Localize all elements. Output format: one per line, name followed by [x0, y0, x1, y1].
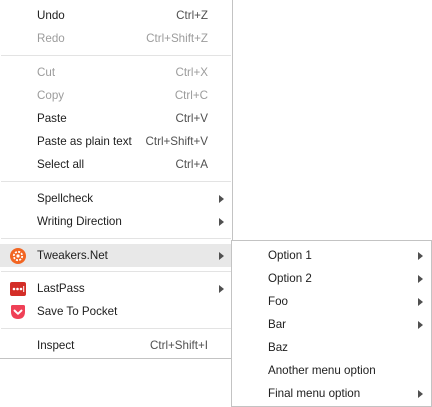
menu-item-select-all[interactable]: Select all Ctrl+A — [0, 153, 232, 176]
menu-item-label: Option 2 — [268, 272, 312, 285]
submenu-item-bar[interactable]: Bar — [232, 313, 431, 336]
menu-item-shortcut: Ctrl+Z — [176, 9, 208, 22]
context-menu: Undo Ctrl+Z Redo Ctrl+Shift+Z Cut Ctrl+X… — [0, 0, 233, 359]
tweakers-submenu: Option 1 Option 2 Foo Bar Baz Another me… — [231, 240, 432, 407]
submenu-item-foo[interactable]: Foo — [232, 290, 431, 313]
chevron-right-icon — [418, 321, 423, 329]
menu-item-shortcut: Ctrl+C — [174, 89, 208, 102]
menu-item-label: Writing Direction — [37, 215, 122, 228]
pocket-icon — [11, 305, 25, 319]
menu-item-label: Paste — [37, 112, 67, 125]
menu-item-label: Paste as plain text — [37, 135, 132, 148]
submenu-item-another-menu-option[interactable]: Another menu option — [232, 359, 431, 382]
menu-item-inspect[interactable]: Inspect Ctrl+Shift+I — [0, 334, 232, 357]
menu-item-tweakers-net[interactable]: Tweakers.Net — [0, 244, 232, 267]
menu-separator — [1, 328, 231, 329]
menu-item-label: Copy — [37, 89, 65, 102]
chevron-right-icon — [219, 195, 224, 203]
menu-item-label: Baz — [268, 341, 288, 354]
menu-separator — [1, 55, 231, 56]
menu-item-copy[interactable]: Copy Ctrl+C — [0, 84, 232, 107]
menu-item-label: Save To Pocket — [37, 305, 118, 318]
menu-item-label: Cut — [37, 66, 56, 79]
menu-item-label: Inspect — [37, 339, 75, 352]
chevron-right-icon — [418, 298, 423, 306]
menu-item-shortcut: Ctrl+Shift+I — [150, 339, 208, 352]
menu-separator — [1, 181, 231, 182]
menu-item-label: Foo — [268, 295, 288, 308]
tweakers-gear-icon — [10, 248, 26, 264]
menu-item-redo[interactable]: Redo Ctrl+Shift+Z — [0, 27, 232, 50]
menu-item-spellcheck[interactable]: Spellcheck — [0, 187, 232, 210]
menu-item-label: Final menu option — [268, 387, 361, 400]
menu-item-save-to-pocket[interactable]: Save To Pocket — [0, 300, 232, 323]
chevron-right-icon — [219, 252, 224, 260]
menu-item-shortcut: Ctrl+Shift+Z — [146, 32, 208, 45]
menu-item-shortcut: Ctrl+A — [175, 158, 208, 171]
menu-item-label: Option 1 — [268, 249, 312, 262]
menu-item-label: LastPass — [37, 282, 85, 295]
submenu-item-baz[interactable]: Baz — [232, 336, 431, 359]
chevron-right-icon — [418, 390, 423, 398]
menu-item-label: Bar — [268, 318, 287, 331]
menu-item-paste-plain-text[interactable]: Paste as plain text Ctrl+Shift+V — [0, 130, 232, 153]
menu-item-shortcut: Ctrl+Shift+V — [145, 135, 208, 148]
menu-separator — [1, 238, 231, 239]
menu-item-label: Tweakers.Net — [37, 249, 108, 262]
menu-item-label: Select all — [37, 158, 85, 171]
menu-item-label: Spellcheck — [37, 192, 94, 205]
menu-item-shortcut: Ctrl+X — [175, 66, 208, 79]
submenu-item-option-1[interactable]: Option 1 — [232, 244, 431, 267]
chevron-right-icon — [418, 252, 423, 260]
menu-item-paste[interactable]: Paste Ctrl+V — [0, 107, 232, 130]
lastpass-icon — [10, 282, 26, 296]
chevron-right-icon — [219, 285, 224, 293]
menu-item-label: Another menu option — [268, 364, 376, 377]
menu-item-shortcut: Ctrl+V — [175, 112, 208, 125]
submenu-item-option-2[interactable]: Option 2 — [232, 267, 431, 290]
menu-item-writing-direction[interactable]: Writing Direction — [0, 210, 232, 233]
menu-separator — [1, 271, 231, 272]
menu-item-label: Redo — [37, 32, 65, 45]
menu-item-cut[interactable]: Cut Ctrl+X — [0, 61, 232, 84]
chevron-right-icon — [219, 218, 224, 226]
menu-item-lastpass[interactable]: LastPass — [0, 277, 232, 300]
menu-item-undo[interactable]: Undo Ctrl+Z — [0, 4, 232, 27]
submenu-item-final-menu-option[interactable]: Final menu option — [232, 382, 431, 405]
menu-item-label: Undo — [37, 9, 65, 22]
chevron-right-icon — [418, 275, 423, 283]
